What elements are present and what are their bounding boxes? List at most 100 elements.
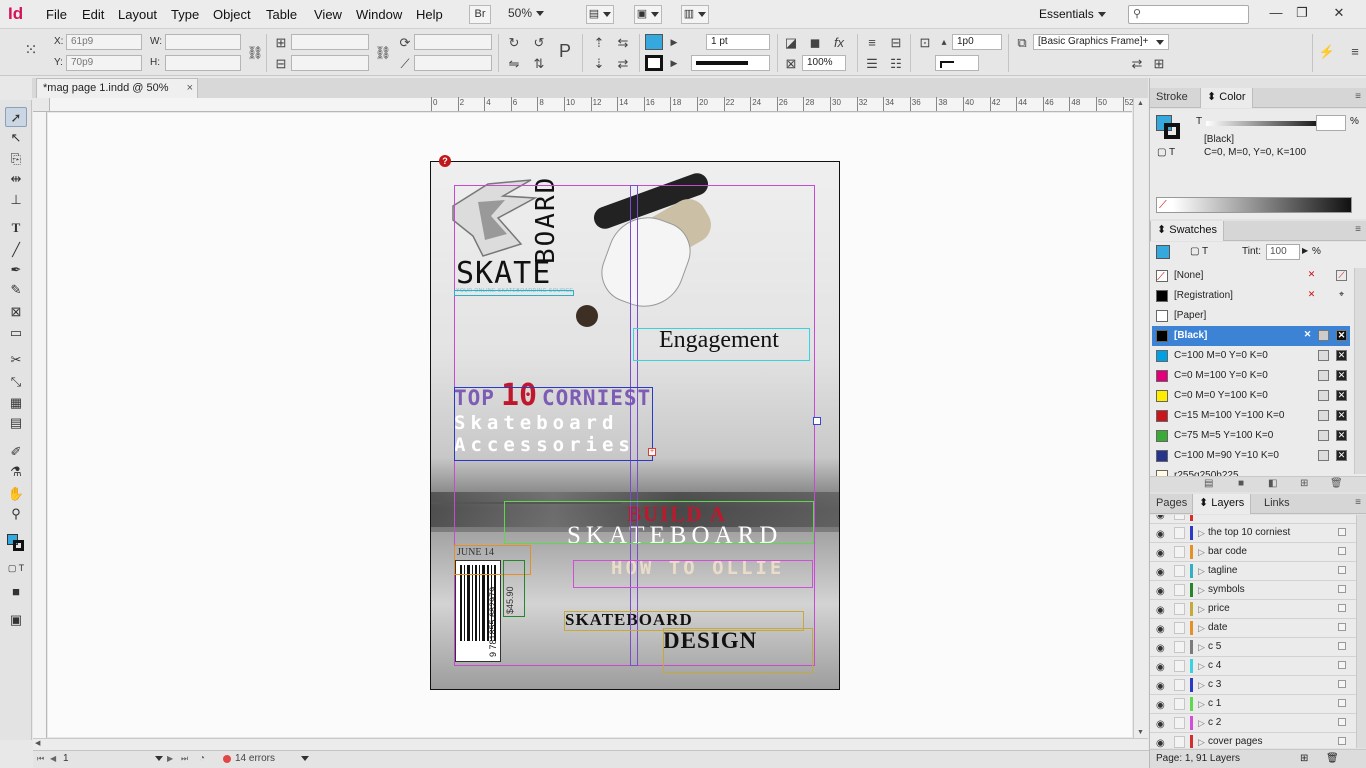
layer-select-box[interactable] <box>1338 661 1346 669</box>
cover-date[interactable]: JUNE 14 <box>457 547 494 558</box>
lock-toggle[interactable] <box>1174 641 1185 653</box>
swatch-item[interactable]: [Paper] <box>1152 306 1350 326</box>
content-collector-icon[interactable]: ⊥ <box>5 190 27 210</box>
cover-design-text[interactable]: DESIGN <box>663 628 757 654</box>
align-bottom-icon[interactable]: ☷ <box>887 56 905 72</box>
arrange-documents-icon[interactable]: ▥ <box>681 5 709 24</box>
lock-toggle[interactable] <box>1174 515 1185 520</box>
text-wrap-none-icon[interactable]: ≡ <box>863 35 881 51</box>
chevron-down-icon[interactable] <box>155 756 163 761</box>
rotate-cw-icon[interactable]: ↻ <box>505 35 523 51</box>
expand-triangle-icon[interactable]: ▷ <box>1198 524 1205 542</box>
delete-layer-icon[interactable]: 🗑 <box>1326 750 1339 768</box>
expand-triangle-icon[interactable]: ▷ <box>1198 562 1205 580</box>
menu-object[interactable]: Object <box>213 7 251 22</box>
eye-icon[interactable]: ◉ <box>1156 678 1165 696</box>
menu-layout[interactable]: Layout <box>118 7 157 22</box>
minimize-button[interactable]: — <box>1265 4 1287 22</box>
cover-top-text[interactable]: TOP <box>454 386 495 410</box>
direct-selection-tool-icon[interactable]: ↖ <box>5 128 27 148</box>
expand-triangle-icon[interactable]: ▷ <box>1198 638 1205 656</box>
layer-select-box[interactable] <box>1338 566 1346 574</box>
layer-select-box[interactable] <box>1338 547 1346 555</box>
free-transform-tool-icon[interactable]: ⤡ <box>5 372 27 392</box>
menu-edit[interactable]: Edit <box>82 7 104 22</box>
eyedropper-tool-icon[interactable]: ⚗ <box>5 462 27 482</box>
overset-text-icon[interactable]: + <box>648 448 656 456</box>
cover-tagline[interactable]: YOUR ONLINE SKATEBOARDING SOURCE <box>456 288 573 294</box>
select-container-icon[interactable]: ⇡ <box>590 35 608 51</box>
layer-select-box[interactable] <box>1338 718 1346 726</box>
stroke-dropdown-icon[interactable]: ▶ <box>665 55 683 71</box>
formatting-container-icon[interactable]: ▢ T <box>1157 147 1175 158</box>
help-search-input[interactable]: ⚲ <box>1128 5 1249 24</box>
menu-type[interactable]: Type <box>171 7 199 22</box>
scroll-left-icon[interactable]: ◀ <box>35 739 40 747</box>
layer-row[interactable]: ◉ ▷ the top 10 corniest <box>1150 524 1356 543</box>
eye-icon[interactable]: ◉ <box>1156 735 1165 748</box>
scale-y-field[interactable] <box>291 55 369 71</box>
last-page-icon[interactable]: ⏭ <box>181 754 188 764</box>
panel-menu-icon[interactable]: ≡ <box>1355 91 1361 102</box>
show-all-swatches-icon[interactable]: ▤ <box>1204 478 1213 489</box>
shear-field[interactable] <box>414 55 492 71</box>
swatch-item[interactable]: r255g250b225 <box>1152 466 1350 476</box>
horizontal-scrollbar[interactable]: ◀ <box>33 738 1148 750</box>
swatch-item[interactable]: C=75 M=5 Y=100 K=0 ✕ <box>1152 426 1350 446</box>
lock-toggle[interactable] <box>1174 717 1185 729</box>
vertical-scrollbar[interactable]: ▲ ▼ <box>1133 98 1148 738</box>
none-icon[interactable]: ⟋ <box>1159 199 1167 212</box>
menu-view[interactable]: View <box>314 7 342 22</box>
close-tab-icon[interactable]: × <box>187 79 193 98</box>
show-gradient-swatches-icon[interactable]: ◧ <box>1268 478 1277 489</box>
apply-color-icon[interactable]: ■ <box>5 582 27 602</box>
flip-horizontal-icon[interactable]: ⇋ <box>505 56 523 72</box>
formatting-container-icon[interactable]: ▢ T <box>1190 246 1208 257</box>
eye-icon[interactable]: ◉ <box>1156 697 1165 715</box>
eye-icon[interactable]: ◉ <box>1156 621 1165 639</box>
swatch-item[interactable]: C=100 M=90 Y=10 K=0 ✕ <box>1152 446 1350 466</box>
formatting-affects-icon[interactable]: ▢ T <box>5 558 27 578</box>
layer-select-box[interactable] <box>1338 737 1346 745</box>
cover-corniest-text[interactable]: CORNIEST <box>542 386 651 410</box>
lock-toggle[interactable] <box>1174 527 1185 539</box>
line-tool-icon[interactable]: ╱ <box>5 240 27 260</box>
preflight-icon[interactable]: ◔ <box>199 753 205 764</box>
constrain-scale-icon[interactable]: ⛓ <box>374 45 392 61</box>
tint-field[interactable] <box>1316 115 1346 131</box>
rotation-field[interactable] <box>414 34 492 50</box>
workspace-switcher[interactable]: Essentials <box>1039 7 1106 21</box>
cover-ollie-text[interactable]: HOW TO OLLIE <box>611 557 784 579</box>
tint-arrow-icon[interactable]: ▶ <box>1302 246 1308 255</box>
lock-toggle[interactable] <box>1174 622 1185 634</box>
barcode[interactable]: 9 781855 682979 <box>455 560 501 662</box>
note-tool-icon[interactable]: ✐ <box>5 442 27 462</box>
swatch-item[interactable]: C=100 M=0 Y=0 K=0 ✕ <box>1152 346 1350 366</box>
cover-price[interactable]: $45.90 <box>505 586 515 614</box>
fx-icon[interactable]: fx <box>830 35 848 51</box>
scroll-down-icon[interactable]: ▼ <box>1137 729 1144 736</box>
gradient-swatch-tool-icon[interactable]: ▦ <box>5 393 27 413</box>
eye-icon[interactable]: ◉ <box>1156 716 1165 734</box>
lock-toggle[interactable] <box>1174 736 1185 748</box>
layer-row[interactable]: ◉ ▷ c 1 <box>1150 695 1356 714</box>
lock-toggle[interactable] <box>1174 546 1185 558</box>
next-page-icon[interactable]: ▶ <box>167 754 173 763</box>
layers-scrollbar[interactable] <box>1356 515 1366 748</box>
clear-overrides-icon[interactable]: ⇄ <box>1128 56 1146 72</box>
swatch-tint-field[interactable]: 100 <box>1266 244 1300 260</box>
ruler-origin[interactable] <box>33 98 50 112</box>
stroke-type-select[interactable] <box>691 55 770 71</box>
eye-icon[interactable]: ◉ <box>1156 526 1165 544</box>
align-top-icon[interactable]: ☰ <box>863 56 881 72</box>
layer-row[interactable]: ◉ ▷ bar code <box>1150 543 1356 562</box>
color-ramp[interactable]: ⟋ <box>1156 197 1352 213</box>
opacity-field[interactable]: 100% <box>802 55 846 71</box>
layer-row[interactable]: ◉ ▷ cover pages <box>1150 733 1356 748</box>
swatch-item-selected[interactable]: [Black] ✕ ✕ <box>1152 326 1350 346</box>
document-tab[interactable]: *mag page 1.indd @ 50% × <box>36 78 198 98</box>
screen-mode-tool-icon[interactable]: ▣ <box>5 610 27 630</box>
expand-triangle-icon[interactable]: ▷ <box>1198 543 1205 561</box>
layer-row[interactable]: ◉ ▷ price <box>1150 600 1356 619</box>
zoom-tool-icon[interactable]: ⚲ <box>5 504 27 524</box>
